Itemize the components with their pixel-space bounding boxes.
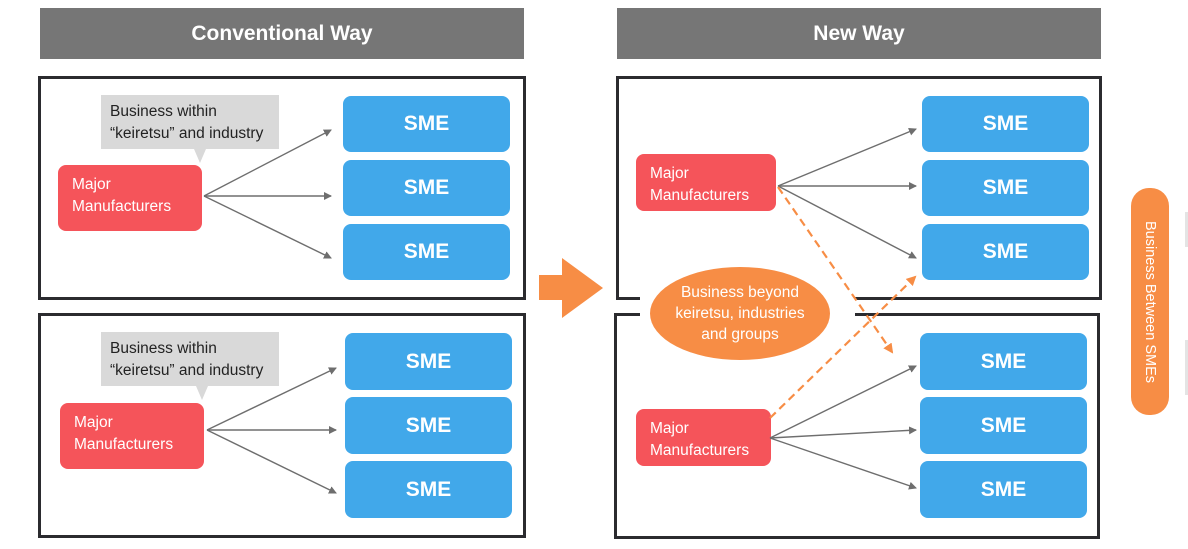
sme-box: SME xyxy=(922,224,1089,280)
conventional-way-header: Conventional Way xyxy=(40,8,524,59)
sme-box: SME xyxy=(343,160,510,216)
sme-label: SME xyxy=(980,413,1027,437)
sme-box: SME xyxy=(922,96,1089,152)
callout-line-2: “keiretsu” and industry xyxy=(110,362,264,379)
business-between-smes-pill: Business Between SMEs xyxy=(1131,188,1169,415)
sme-label: SME xyxy=(403,112,450,135)
sme-box: SME xyxy=(345,461,512,518)
sme-label: SME xyxy=(403,240,450,263)
sme-label: SME xyxy=(405,477,452,501)
sme-label: SME xyxy=(403,176,450,199)
sme-box: SME xyxy=(343,224,510,280)
beyond-label-line-2: keiretsu, industries xyxy=(675,305,805,322)
sme-label: SME xyxy=(980,477,1027,501)
major-manufacturers-new-1: Major Manufacturers xyxy=(636,154,776,211)
sme-box: SME xyxy=(345,333,512,390)
manufacturer-label-line-1: Major xyxy=(72,176,111,193)
beyond-label-line-1: Business beyond xyxy=(680,284,800,301)
sme-label: SME xyxy=(405,413,452,437)
manufacturer-label-line-2: Manufacturers xyxy=(74,436,174,453)
callout-line-2: “keiretsu” and industry xyxy=(110,125,264,142)
sme-box: SME xyxy=(920,333,1087,390)
callout-line-1: Business within xyxy=(110,103,217,120)
conventional-way-title: Conventional Way xyxy=(191,21,373,45)
manufacturer-label-line-1: Major xyxy=(74,414,113,431)
sme-label: SME xyxy=(982,240,1029,263)
side-label: Business Between SMEs xyxy=(1142,220,1158,383)
sme-label: SME xyxy=(982,176,1029,199)
sme-label: SME xyxy=(980,349,1027,373)
sme-label: SME xyxy=(982,112,1029,135)
new-way-title: New Way xyxy=(813,21,905,45)
new-way-header: New Way xyxy=(617,8,1101,59)
beyond-label-line-3: and groups xyxy=(701,326,779,343)
callout-keiretsu-2: Business within “keiretsu” and industry xyxy=(101,332,279,386)
major-manufacturers-conv-1: Major Manufacturers xyxy=(58,165,202,231)
manufacturer-label-line-2: Manufacturers xyxy=(650,187,750,204)
sme-box: SME xyxy=(922,160,1089,216)
callout-line-1: Business within xyxy=(110,340,217,357)
callout-tail-1 xyxy=(194,149,206,163)
manufacturer-label-line-1: Major xyxy=(650,420,689,437)
sme-box: SME xyxy=(345,397,512,454)
manufacturer-label-line-1: Major xyxy=(650,165,689,182)
major-manufacturers-conv-2: Major Manufacturers xyxy=(60,403,204,469)
sme-label: SME xyxy=(405,349,452,373)
manufacturer-label-line-2: Manufacturers xyxy=(650,442,750,459)
major-manufacturers-new-2: Major Manufacturers xyxy=(636,409,771,466)
sme-box: SME xyxy=(920,397,1087,454)
sme-box: SME xyxy=(920,461,1087,518)
sme-box: SME xyxy=(343,96,510,152)
callout-keiretsu-1: Business within “keiretsu” and industry xyxy=(101,95,279,149)
manufacturer-label-line-2: Manufacturers xyxy=(72,198,172,215)
business-beyond-keiretsu-ellipse: Business beyond keiretsu, industries and… xyxy=(650,267,830,360)
callout-tail-2 xyxy=(196,386,208,400)
